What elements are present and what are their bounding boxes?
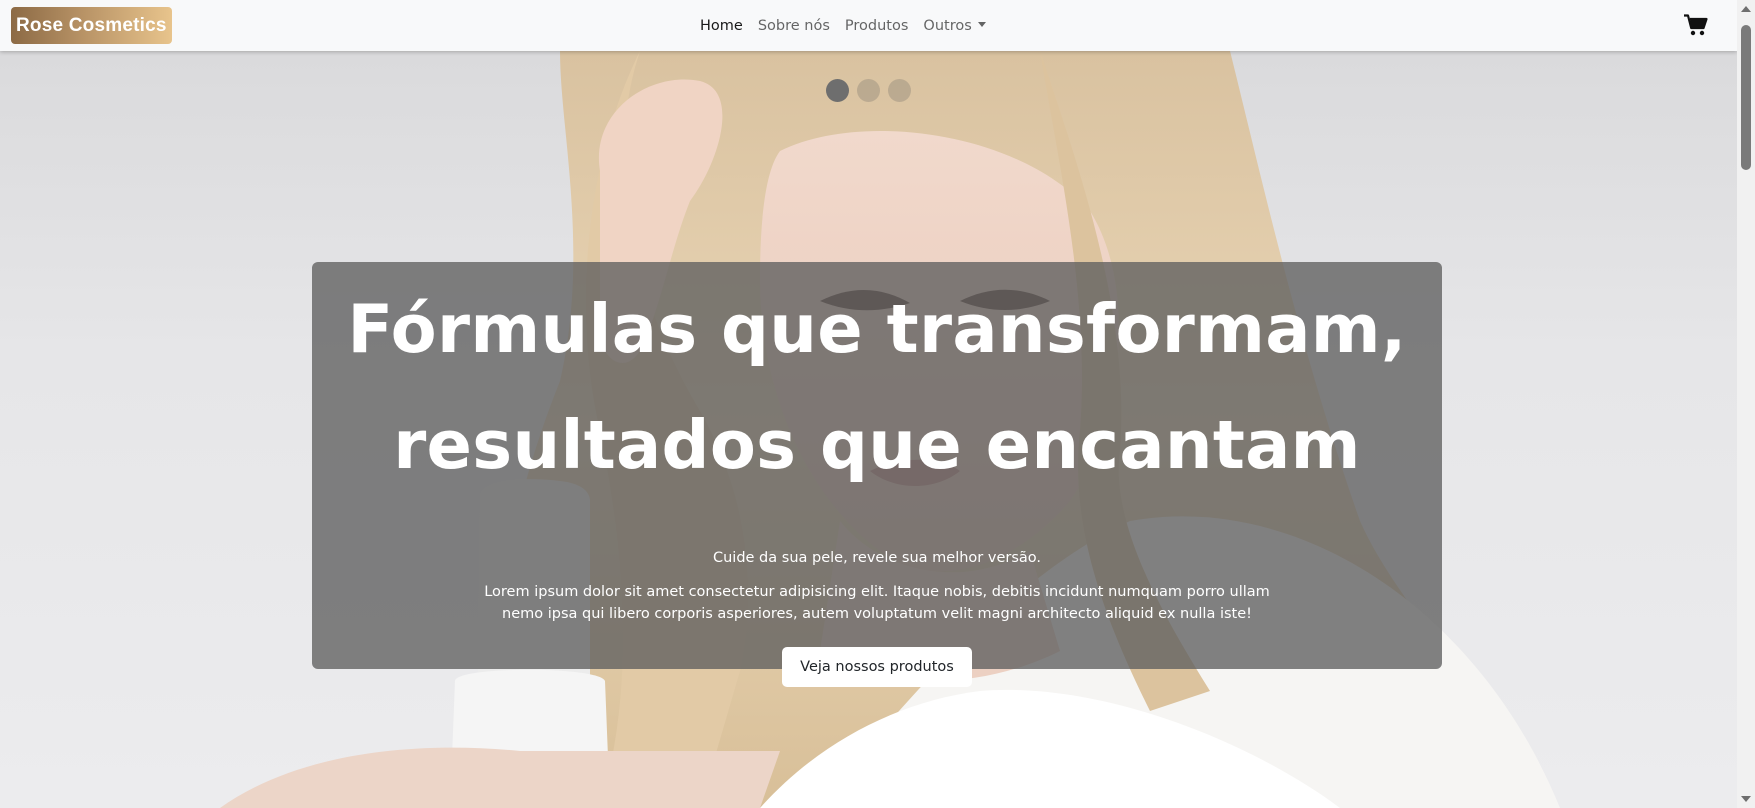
nav-outros-label: Outros	[923, 17, 972, 34]
page-scrollbar[interactable]	[1737, 0, 1755, 808]
scrollbar-thumb[interactable]	[1741, 25, 1751, 170]
nav-sobre-nos[interactable]: Sobre nós	[758, 18, 830, 34]
brand-logo[interactable]: Rose Cosmetics	[11, 7, 172, 44]
carousel-indicators	[826, 79, 911, 102]
nav-home[interactable]: Home	[700, 18, 743, 34]
carousel-indicator-2[interactable]	[857, 79, 880, 102]
hero-title-line2: resultados que encantam	[393, 406, 1361, 484]
nav-produtos[interactable]: Produtos	[845, 18, 909, 34]
hero-carousel: Fórmulas que transformam, resultados que…	[0, 51, 1737, 808]
nav-outros-dropdown[interactable]: Outros	[923, 17, 986, 34]
hero-title-line1: Fórmulas que transformam,	[347, 290, 1407, 368]
hero-title: Fórmulas que transformam, resultados que…	[312, 271, 1442, 503]
hero-description: Lorem ipsum dolor sit amet consectetur a…	[484, 584, 1270, 622]
shopping-cart-icon[interactable]	[1684, 14, 1708, 36]
hero-subtitle: Cuide da sua pele, revele sua melhor ver…	[712, 550, 1041, 566]
nav-links: Home Sobre nós Produtos Outros	[700, 0, 1001, 51]
carousel-indicator-1[interactable]	[826, 79, 849, 102]
scroll-up-arrow-icon[interactable]	[1741, 6, 1751, 12]
caret-down-icon	[977, 21, 986, 27]
navbar: Rose Cosmetics Home Sobre nós Produtos O…	[0, 0, 1737, 51]
scroll-down-arrow-icon[interactable]	[1741, 796, 1751, 802]
view-products-button[interactable]: Veja nossos produtos	[782, 647, 972, 687]
carousel-indicator-3[interactable]	[888, 79, 911, 102]
hero-caption: Fórmulas que transformam, resultados que…	[312, 262, 1442, 687]
